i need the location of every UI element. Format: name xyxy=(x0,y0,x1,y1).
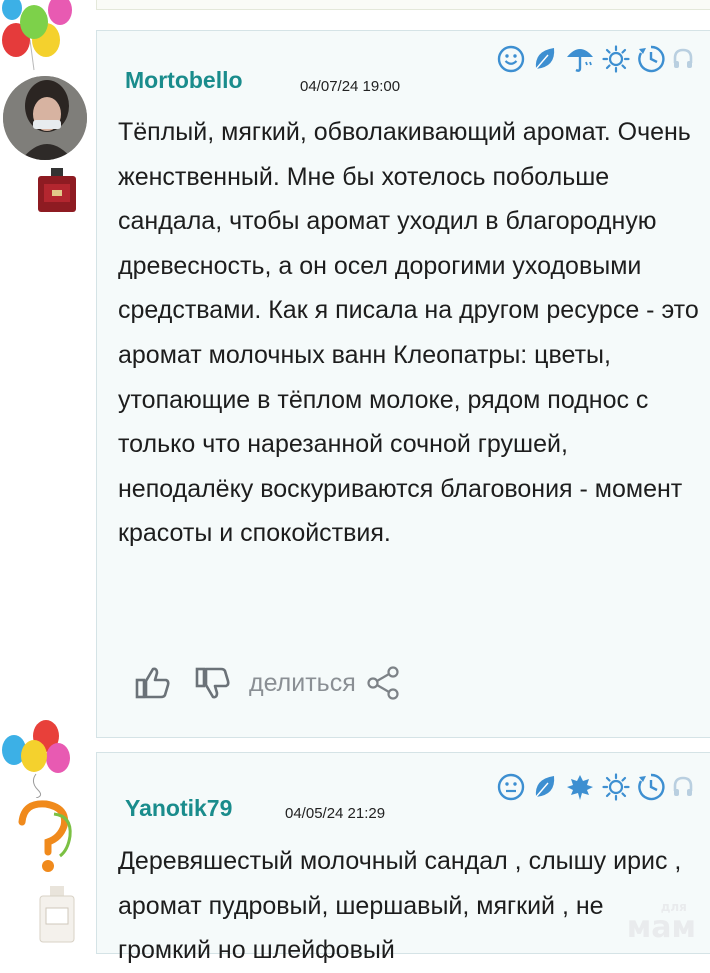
balloons-icon xyxy=(2,720,70,798)
clock-icon[interactable] xyxy=(637,45,665,73)
review-text: Тёплый, мягкий, обволакивающий аромат. О… xyxy=(118,118,699,548)
review-actions: делиться xyxy=(133,663,400,703)
watermark-small: для xyxy=(660,900,687,914)
share-icon xyxy=(367,666,399,700)
leaf-icon[interactable] xyxy=(532,773,558,801)
question-head-icon[interactable] xyxy=(14,800,76,880)
umbrella-icon[interactable] xyxy=(565,45,595,73)
review-date: 04/05/24 21:29 xyxy=(285,805,386,822)
maple-leaf-icon[interactable] xyxy=(565,773,595,801)
review-text: Деревяшестый молочный сандал , слышу ири… xyxy=(118,847,682,965)
thumbs-down-icon[interactable] xyxy=(193,663,233,703)
review-card: Yanotik79 04/05/24 21:29 Деревяшестый мо… xyxy=(96,752,710,964)
leaf-icon[interactable] xyxy=(532,45,558,73)
perfume-bottle-icon xyxy=(39,886,75,943)
sun-icon[interactable] xyxy=(602,45,630,73)
left-column xyxy=(0,0,96,944)
review-date: 04/07/24 19:00 xyxy=(300,78,401,95)
balloons-icon xyxy=(2,0,72,71)
review-author[interactable]: Yanotik79 xyxy=(125,795,232,822)
site-watermark: для мам xyxy=(626,900,696,945)
share-button[interactable]: делиться xyxy=(233,665,400,701)
mood-icons xyxy=(497,773,694,801)
smiley-icon[interactable] xyxy=(497,45,525,73)
smiley-icon[interactable] xyxy=(497,773,525,801)
headphones-icon[interactable] xyxy=(672,47,694,71)
thumbs-up-icon[interactable] xyxy=(133,663,173,703)
share-label: делиться xyxy=(249,668,356,697)
avatar[interactable] xyxy=(3,76,87,160)
previous-review-card xyxy=(96,0,710,10)
sun-icon[interactable] xyxy=(602,773,630,801)
headphones-icon[interactable] xyxy=(672,775,694,799)
mood-icons xyxy=(497,45,694,73)
clock-icon[interactable] xyxy=(637,773,665,801)
perfume-bottle-icon xyxy=(38,168,76,212)
watermark-big: мам xyxy=(626,910,696,945)
review-card: Mortobello 04/07/24 19:00 Тёплый, мягкий… xyxy=(96,30,710,738)
review-author[interactable]: Mortobello xyxy=(125,67,243,94)
